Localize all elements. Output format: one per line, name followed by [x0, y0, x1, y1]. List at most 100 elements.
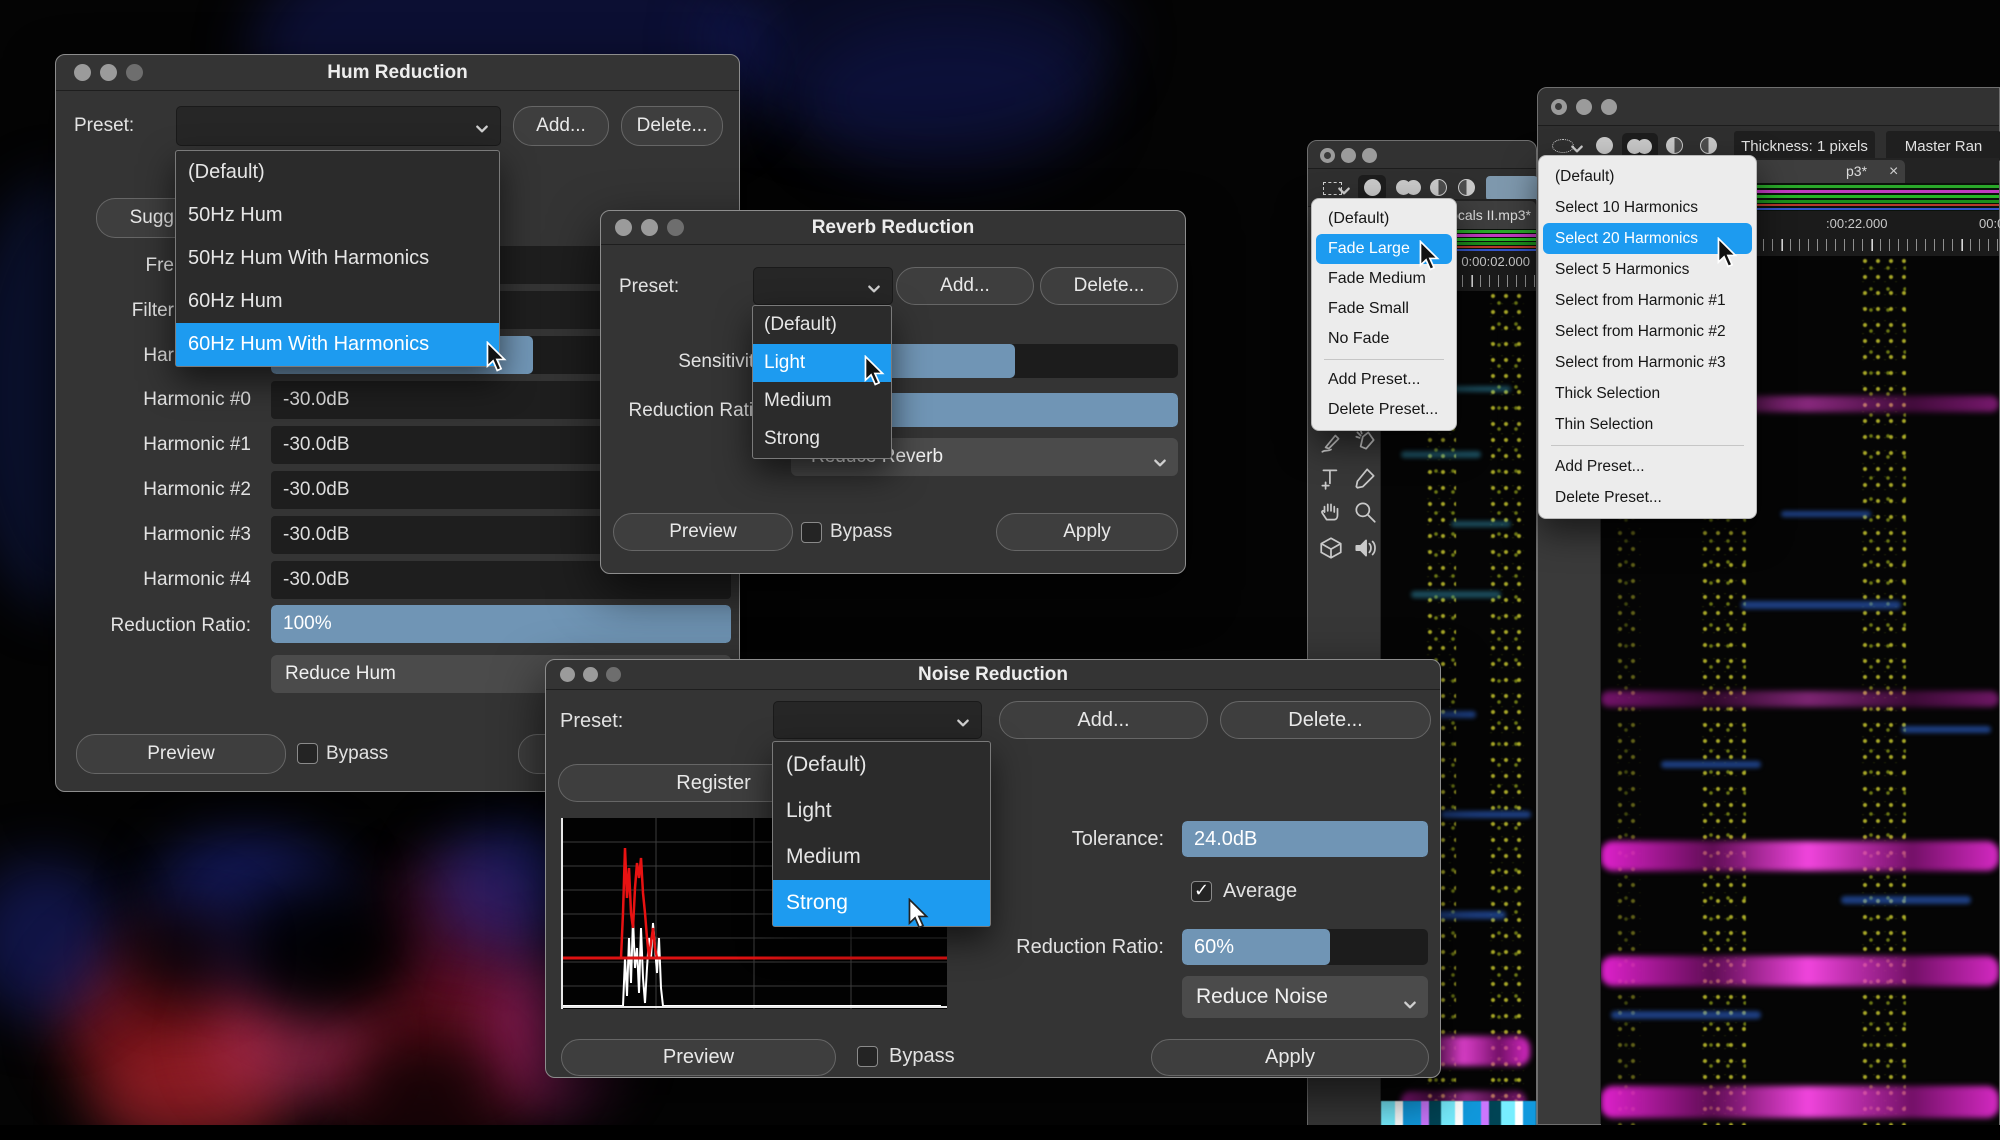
fade-menu-item[interactable]: Add Preset... — [1316, 365, 1452, 395]
hum-preset-option[interactable]: 60Hz Hum — [176, 280, 499, 323]
master-range-field[interactable]: Master Ran — [1886, 131, 2000, 161]
color-swatch[interactable] — [1486, 176, 1538, 201]
pen-tool-icon[interactable] — [1318, 429, 1344, 455]
mouse-cursor-reverb — [864, 355, 885, 386]
add-preset-button[interactable]: Add... — [513, 106, 609, 146]
half-circle-brush-icon[interactable] — [1666, 137, 1683, 154]
minimize-button[interactable] — [1341, 148, 1356, 163]
delete-preset-button[interactable]: Delete... — [1220, 701, 1431, 739]
delete-preset-button[interactable]: Delete... — [621, 106, 723, 146]
reduction-ratio-value: 60% — [1194, 935, 1235, 958]
reverb-preset-option[interactable]: Medium — [753, 382, 891, 420]
preset-combo[interactable] — [176, 106, 501, 146]
harmonics-menu-item[interactable]: Select 10 Harmonics — [1543, 192, 1752, 223]
zoom-tool-icon[interactable] — [1352, 499, 1378, 525]
noise-preset-option[interactable]: Strong — [773, 880, 990, 926]
circle-brush-icon[interactable] — [1596, 137, 1613, 154]
half-circle-brush-icon[interactable] — [1430, 179, 1447, 196]
reduction-ratio-label: Reduction Ratio: — [628, 400, 769, 421]
harmonics-menu-item[interactable]: Select from Harmonic #2 — [1543, 316, 1752, 347]
harmonic-label-fragment: Har — [143, 345, 174, 366]
reduce-mode-dropdown[interactable]: Reduce Noise — [1182, 976, 1428, 1018]
preset-combo[interactable] — [773, 701, 982, 739]
contrast-circle-brush-icon[interactable] — [1458, 179, 1475, 196]
average-label: Average — [1223, 880, 1298, 902]
noise-preset-option[interactable]: (Default) — [773, 742, 990, 788]
harmonics-menu-item[interactable]: (Default) — [1543, 161, 1752, 192]
average-checkbox[interactable]: ✓ — [1191, 880, 1212, 902]
preview-button[interactable]: Preview — [76, 734, 286, 774]
reduction-ratio-slider[interactable]: 100% — [271, 605, 731, 643]
chevron-down-icon — [956, 715, 970, 727]
hand-tool-icon[interactable] — [1318, 499, 1344, 525]
noise-preset-option[interactable]: Medium — [773, 834, 990, 880]
tolerance-field[interactable]: 24.0dB — [1182, 821, 1428, 857]
chevron-down-icon — [1337, 183, 1351, 195]
dialog-title: Noise Reduction — [918, 664, 1068, 685]
timeline-label-right: 00:00:23.0 — [1979, 216, 2000, 231]
fade-menu-item[interactable]: Delete Preset... — [1316, 395, 1452, 425]
harmonics-menu-item[interactable]: Thick Selection — [1543, 378, 1752, 409]
filter-label-fragment: Filter — [131, 300, 174, 321]
thickness-value: Thickness: 1 pixels — [1741, 137, 1868, 155]
bypass-checkbox[interactable]: ✓ — [857, 1046, 878, 1067]
bypass-label: Bypass — [830, 521, 893, 542]
harmonic-label: Harmonic #0 — [143, 389, 251, 410]
double-circle-brush-icon[interactable] — [1627, 139, 1653, 154]
cube-tool-icon[interactable] — [1318, 535, 1344, 561]
speaker-tool-icon[interactable] — [1352, 535, 1378, 561]
reverb-preset-option[interactable]: (Default) — [753, 306, 891, 344]
harmonics-menu-item[interactable]: Select from Harmonic #1 — [1543, 285, 1752, 316]
noise-preset-option[interactable]: Light — [773, 788, 990, 834]
apply-button[interactable]: Apply — [1151, 1039, 1429, 1076]
harmonics-menu-item[interactable]: Delete Preset... — [1543, 482, 1752, 513]
double-circle-brush-icon[interactable] — [1396, 180, 1422, 195]
close-button[interactable] — [1320, 148, 1335, 163]
thickness-field[interactable]: Thickness: 1 pixels — [1734, 131, 1875, 161]
fade-menu-item-separator — [1324, 359, 1444, 360]
reverb-preset-option[interactable]: Strong — [753, 420, 891, 458]
register-profile-button[interactable]: Register — [558, 764, 788, 802]
chevron-down-icon — [475, 121, 489, 133]
preview-button[interactable]: Preview — [613, 513, 793, 551]
harmonics-menu-item[interactable]: Add Preset... — [1543, 451, 1752, 482]
fade-menu-item[interactable]: (Default) — [1316, 204, 1452, 234]
reduction-ratio-slider[interactable]: 60% — [1182, 929, 1428, 965]
harmonic-label: Harmonic #2 — [143, 479, 251, 500]
bypass-checkbox[interactable]: ✓ — [801, 522, 822, 543]
fade-menu-item[interactable]: No Fade — [1316, 324, 1452, 354]
dialog-titlebar: Reverb Reduction — [601, 211, 1185, 245]
minimize-button[interactable] — [1576, 99, 1592, 115]
zoom-button[interactable] — [1362, 148, 1377, 163]
tab-label: ocals II.mp3* — [1450, 207, 1531, 223]
circle-brush-icon[interactable] — [1364, 179, 1381, 196]
add-preset-button[interactable]: Add... — [896, 267, 1034, 305]
contrast-circle-brush-icon[interactable] — [1700, 137, 1717, 154]
hum-preset-option[interactable]: 60Hz Hum With Harmonics — [176, 323, 499, 366]
zoom-button[interactable] — [1601, 99, 1617, 115]
text-tool-icon[interactable] — [1318, 465, 1344, 491]
tab-close-icon[interactable]: × — [1889, 160, 1898, 183]
harmonics-menu-item[interactable]: Select from Harmonic #3 — [1543, 347, 1752, 378]
preview-button[interactable]: Preview — [561, 1039, 836, 1076]
dialog-titlebar: Hum Reduction — [56, 55, 739, 91]
delete-preset-button[interactable]: Delete... — [1040, 267, 1178, 305]
apply-button[interactable]: Apply — [996, 513, 1178, 551]
eyedropper-tool-icon[interactable] — [1352, 465, 1378, 491]
preset-label: Preset: — [619, 276, 680, 297]
add-preset-button[interactable]: Add... — [999, 701, 1208, 739]
bypass-checkbox[interactable]: ✓ — [297, 743, 318, 764]
close-button[interactable] — [1551, 99, 1567, 115]
tab-label: p3* — [1846, 163, 1868, 179]
hum-preset-option[interactable]: 50Hz Hum With Harmonics — [176, 237, 499, 280]
suggest-button-fragment[interactable]: Sugg — [96, 198, 176, 238]
preset-combo[interactable] — [753, 267, 893, 305]
timeline-label: 0:00:02.000 — [1461, 254, 1530, 269]
dialog-titlebar: Noise Reduction — [546, 660, 1440, 690]
hum-preset-option[interactable]: 50Hz Hum — [176, 194, 499, 237]
fade-menu-item[interactable]: Fade Small — [1316, 294, 1452, 324]
hum-preset-option[interactable]: (Default) — [176, 151, 499, 194]
harmonics-menu-item[interactable]: Thin Selection — [1543, 409, 1752, 440]
harmonic-label: Harmonic #4 — [143, 569, 251, 590]
reduction-ratio-label: Reduction Ratio: — [1016, 936, 1164, 958]
